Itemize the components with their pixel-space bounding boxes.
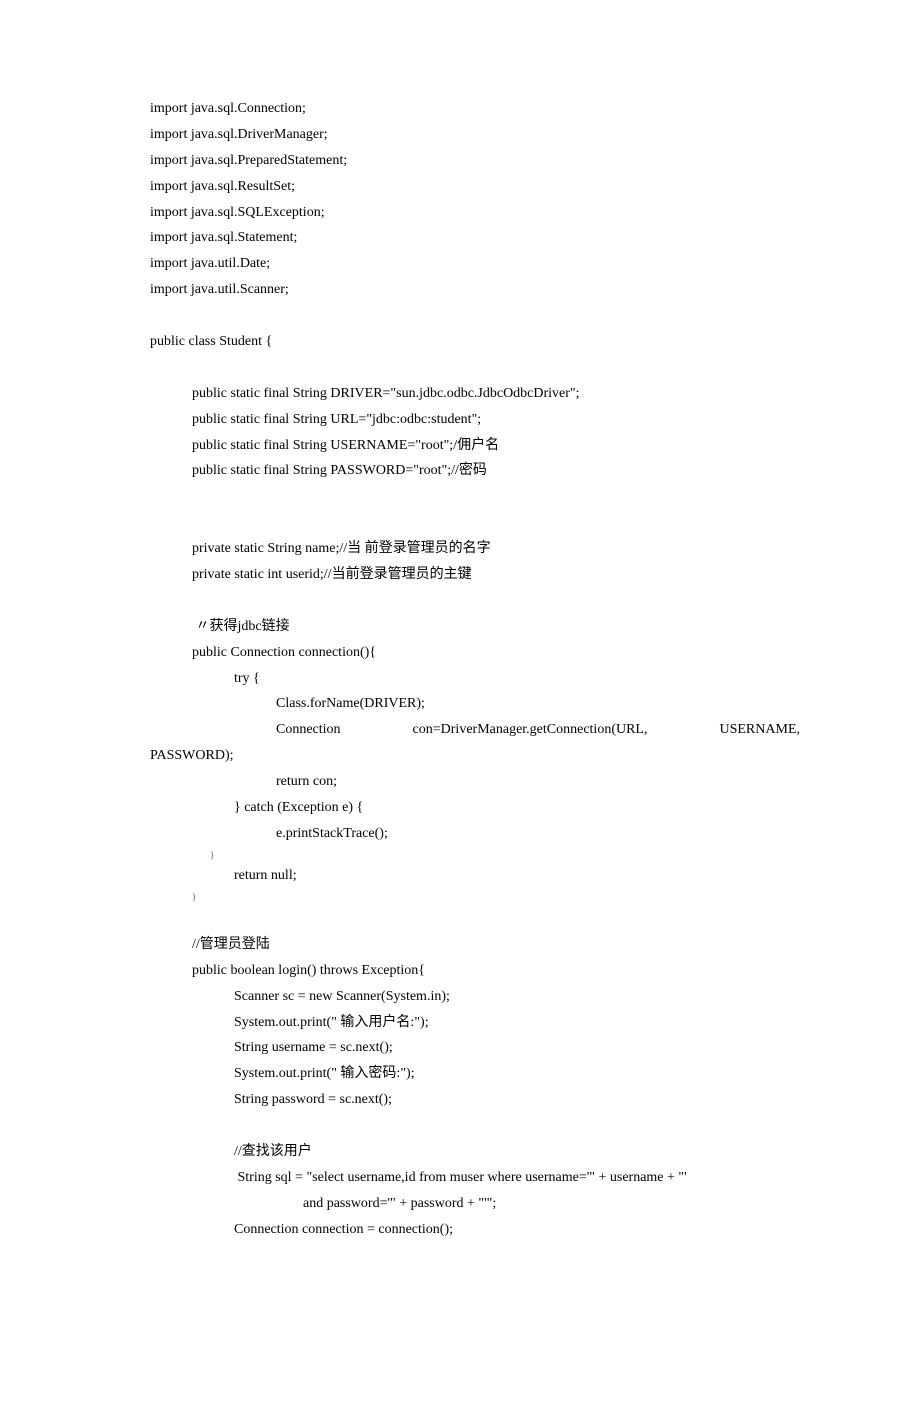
code-line: import java.sql.ResultSet; bbox=[150, 174, 800, 200]
code-line: import java.sql.Statement; bbox=[150, 225, 800, 251]
code-line: //管理员登陆 bbox=[150, 932, 800, 958]
code-line: PASSWORD); bbox=[150, 743, 800, 769]
code-line: 〃获得jdbc链接 bbox=[150, 614, 800, 640]
code-line: Scanner sc = new Scanner(System.in); bbox=[150, 984, 800, 1010]
code-line: import java.sql.DriverManager; bbox=[150, 122, 800, 148]
code-fragment: Connection bbox=[150, 717, 341, 743]
code-line: import java.sql.Connection; bbox=[150, 96, 800, 122]
code-line: System.out.print(" 输入密码:"); bbox=[150, 1061, 800, 1087]
code-line: import java.sql.SQLException; bbox=[150, 200, 800, 226]
code-line: e.printStackTrace(); bbox=[150, 821, 800, 847]
code-line: import java.sql.PreparedStatement; bbox=[150, 148, 800, 174]
code-line: System.out.print(" 输入用户名:"); bbox=[150, 1010, 800, 1036]
code-line: try { bbox=[150, 666, 800, 692]
code-line: public class Student { bbox=[150, 329, 800, 355]
code-line: String password = sc.next(); bbox=[150, 1087, 800, 1113]
code-line: } catch (Exception e) { bbox=[150, 795, 800, 821]
code-line: } bbox=[150, 847, 800, 864]
code-line: String username = sc.next(); bbox=[150, 1035, 800, 1061]
code-line: String sql = "select username,id from mu… bbox=[150, 1165, 800, 1191]
code-line: public Connection connection(){ bbox=[150, 640, 800, 666]
code-line: public static final String USERNAME="roo… bbox=[150, 433, 800, 459]
code-document: import java.sql.Connection; import java.… bbox=[0, 0, 920, 1403]
code-line: public static final String PASSWORD="roo… bbox=[150, 458, 800, 484]
code-line: import java.util.Date; bbox=[150, 251, 800, 277]
code-line: Connection connection = connection(); bbox=[150, 1217, 800, 1243]
code-line: import java.util.Scanner; bbox=[150, 277, 800, 303]
code-line: private static String name;//当 前登录管理员的名字 bbox=[150, 536, 800, 562]
code-line: Connection con=DriverManager.getConnecti… bbox=[150, 717, 800, 743]
code-line: //查找该用户 bbox=[150, 1139, 800, 1165]
code-line: return con; bbox=[150, 769, 800, 795]
code-line: public static final String DRIVER="sun.j… bbox=[150, 381, 800, 407]
code-line: return null; bbox=[150, 863, 800, 889]
code-line: Class.forName(DRIVER); bbox=[150, 691, 800, 717]
code-fragment: USERNAME, bbox=[719, 717, 800, 743]
code-line: public static final String URL="jdbc:odb… bbox=[150, 407, 800, 433]
code-line: } bbox=[150, 889, 800, 906]
code-fragment: con=DriverManager.getConnection(URL, bbox=[413, 717, 648, 743]
code-line: private static int userid;//当前登录管理员的主键 bbox=[150, 562, 800, 588]
code-line: and password='" + password + "'"; bbox=[150, 1191, 800, 1217]
code-line: public boolean login() throws Exception{ bbox=[150, 958, 800, 984]
